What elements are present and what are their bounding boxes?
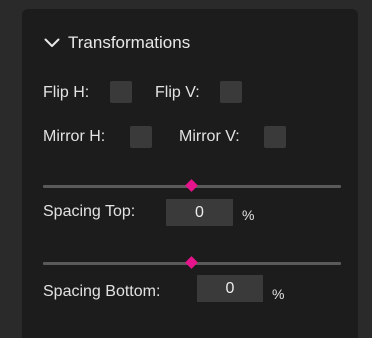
flip-h-label: Flip H:	[43, 84, 90, 101]
spacing-bottom-slider[interactable]	[43, 255, 341, 271]
spacing-top-input[interactable]	[166, 199, 233, 226]
spacing-top-label: Spacing Top:	[43, 203, 136, 220]
flip-h-checkbox[interactable]	[110, 81, 132, 103]
flip-v-checkbox[interactable]	[220, 81, 242, 103]
flip-v-label: Flip V:	[155, 84, 200, 101]
spacing-bottom-label: Spacing Bottom:	[43, 283, 161, 300]
chevron-down-icon[interactable]	[42, 33, 62, 53]
spacing-bottom-unit: %	[272, 286, 285, 302]
spacing-top-unit: %	[242, 207, 255, 223]
mirror-h-label: Mirror H:	[43, 128, 106, 145]
section-title: Transformations	[68, 33, 191, 52]
spacing-bottom-input[interactable]	[197, 275, 263, 302]
spacing-top-slider[interactable]	[43, 178, 341, 194]
mirror-v-checkbox[interactable]	[264, 126, 286, 148]
mirror-h-checkbox[interactable]	[130, 126, 152, 148]
properties-window: Transformations Flip H: Flip V: Mirror H…	[0, 0, 372, 338]
transformations-section-header[interactable]: Transformations	[42, 31, 190, 55]
mirror-v-label: Mirror V:	[179, 128, 240, 145]
slider-thumb[interactable]	[185, 179, 198, 192]
slider-thumb[interactable]	[185, 256, 198, 269]
